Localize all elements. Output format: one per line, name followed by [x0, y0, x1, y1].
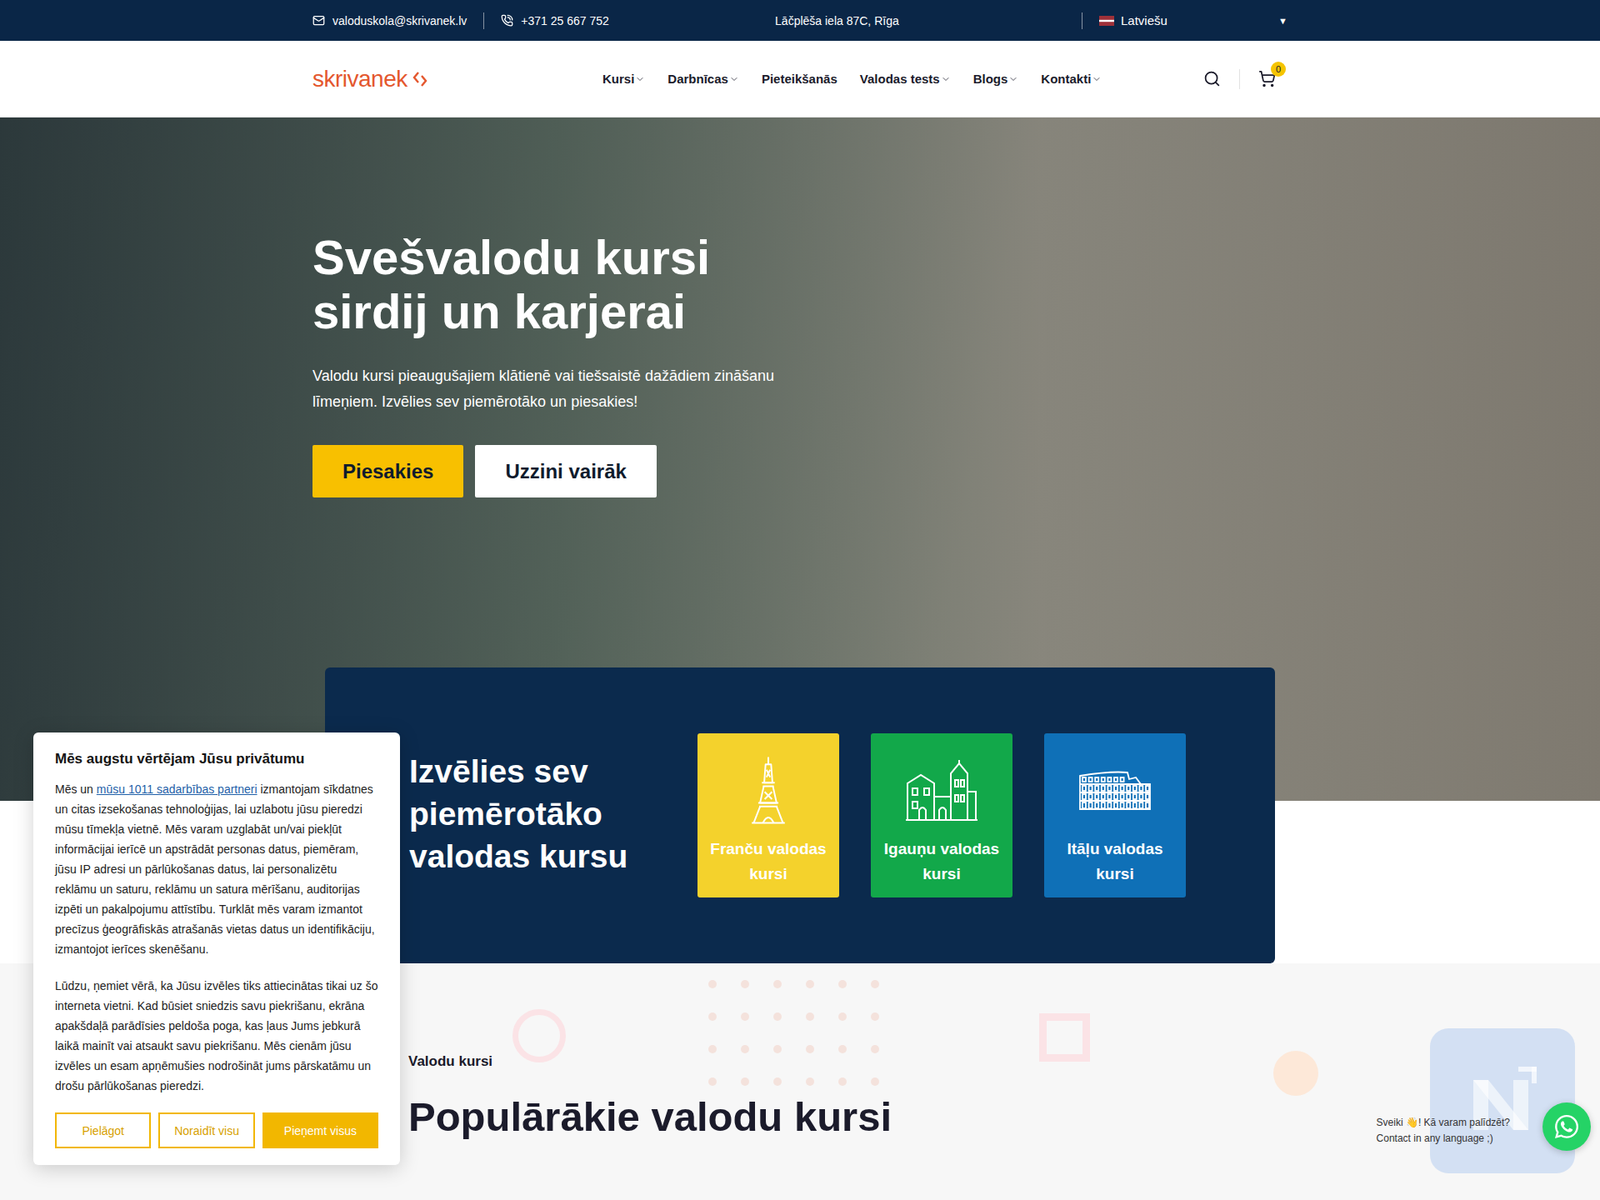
menu-item[interactable]: Blogs [973, 71, 1020, 86]
dropdown-arrow: ▼ [1278, 15, 1288, 26]
decor-square [1039, 1013, 1090, 1062]
top-bar: valoduskola@skrivanek.lv +371 25 667 752 L… [0, 0, 1600, 41]
cookie-title: Mēs augstu vērtējam Jūsu privātumu [55, 750, 379, 768]
whatsapp-button[interactable] [1542, 1102, 1591, 1151]
top-separator [1081, 12, 1083, 30]
chevron-down-icon [1008, 74, 1019, 85]
decor-circle [1273, 1050, 1319, 1096]
search-icon[interactable] [1203, 70, 1221, 88]
cookie-consent-dialog: Mēs augstu vērtējam Jūsu privātumu Mēs un… [33, 732, 400, 1165]
cart-count-badge: 0 [1270, 61, 1286, 77]
logo[interactable]: skrivanek [312, 65, 603, 93]
partners-link[interactable]: mūsu 1011 sadarbības partneri [96, 782, 258, 796]
chevron-down-icon [635, 74, 645, 85]
apply-button[interactable]: Piesakies [312, 445, 464, 498]
cart-button[interactable]: 0 [1258, 70, 1276, 88]
decor-dots [708, 980, 880, 1086]
main-header: skrivanekKursi Darbnīcas Pieteikšanās Valod… [0, 40, 1600, 118]
hero-subtitle: Valodu kursi pieaugušajiem klātienē vai … [312, 363, 1288, 415]
chevron-down-icon [729, 74, 740, 85]
menu-item[interactable]: Kontakti [1040, 71, 1102, 86]
cookie-text: Lūdzu, ņemiet vērā, ka Jūsu izvēles tiks… [55, 975, 379, 1096]
logo-mark-icon [412, 70, 428, 89]
hero-title: Svešvalodu kursisirdij un karjerai [312, 230, 1288, 339]
course-picker-title: Izvēlies sev piemērotāko valodas kursu [409, 750, 660, 878]
whatsapp-icon [1553, 1113, 1580, 1140]
learn-more-button[interactable]: Uzzini vairāk [475, 445, 656, 498]
menu-item[interactable]: Darbnīcas [667, 71, 740, 86]
top-separator [483, 12, 485, 30]
section-heading: Populārākie valodu kursi [408, 1093, 1288, 1140]
cookie-button[interactable]: Noraidīt visu [158, 1112, 255, 1149]
chat-greeting: Sveiki 👋! Kā varam palīdzēt?Contact in a… [1376, 1115, 1510, 1147]
mail-icon [312, 14, 325, 27]
latvia-flag-icon [1099, 15, 1115, 26]
course-picker-card: Izvēlies sev piemērotāko valodas kursu Fr… [325, 667, 1275, 964]
phone-icon [500, 14, 514, 27]
old-town-icon [904, 758, 980, 822]
eiffel-tower-icon [750, 755, 787, 825]
course-tile[interactable]: Itāļu valodas kursi [1044, 733, 1186, 898]
page: valoduskola@skrivanek.lv +371 25 667 752 L… [0, 0, 1600, 1200]
section-eyebrow: Valodu kursi [408, 1053, 1288, 1070]
chevron-down-icon [1091, 74, 1102, 85]
course-tile[interactable]: Franču valodas kursi [697, 733, 840, 898]
phone-link[interactable]: +371 25 667 752 [500, 14, 610, 28]
address: Lāčplēša iela 87C, Rīga [775, 14, 900, 28]
chevron-down-icon [940, 74, 951, 85]
colosseum-icon [1077, 769, 1153, 811]
cookie-button[interactable]: Pielāgot [55, 1112, 151, 1149]
menu-item[interactable]: Valodas tests [860, 71, 951, 86]
decor-ring [512, 1009, 566, 1063]
assistant-widget[interactable] [1430, 1028, 1575, 1174]
language-select[interactable]: Latviešu▼ [1099, 13, 1288, 28]
cookie-text: Mēs un mūsu 1011 sadarbības partneri izm… [55, 779, 379, 960]
email-link[interactable]: valoduskola@skrivanek.lv [312, 14, 467, 28]
icon-separator [1239, 69, 1240, 90]
main-menu: Kursi Darbnīcas Pieteikšanās Valodas tests B… [602, 71, 1102, 86]
cookie-button[interactable]: Pieņemt visus [262, 1112, 379, 1149]
menu-item[interactable]: Pieteikšanās [761, 71, 838, 86]
course-tile[interactable]: Igauņu valodas kursi [870, 733, 1013, 898]
menu-item[interactable]: Kursi [602, 71, 645, 86]
